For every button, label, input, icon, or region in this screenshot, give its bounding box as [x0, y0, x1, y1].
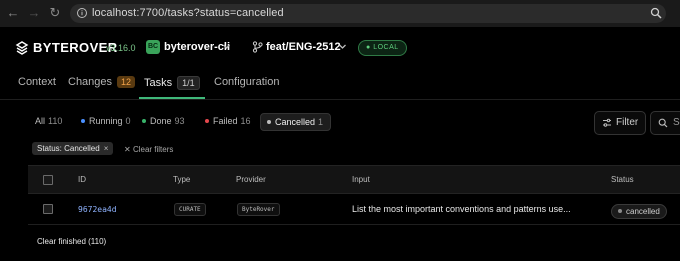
status-badge: cancelled: [611, 204, 667, 219]
filter-running[interactable]: Running 0: [81, 116, 131, 126]
provider-badge: ByteRover: [237, 203, 280, 216]
filter-icon: [603, 118, 611, 127]
url-text[interactable]: localhost:7700/tasks?status=cancelled: [92, 7, 284, 19]
status-dot-icon: [81, 119, 85, 123]
remove-chip-icon[interactable]: ×: [104, 144, 109, 153]
column-header-type[interactable]: Type: [173, 175, 190, 184]
filter-all[interactable]: All 110: [35, 116, 62, 126]
brand-name: BYTEROVER: [33, 40, 118, 55]
task-input-text: List the most important conventions and …: [352, 204, 571, 214]
table-row[interactable]: 9672ea4d CURATE ByteRover List the most …: [28, 194, 680, 225]
app-header: BYTEROVER v3.16.0 BC byterover-cli feat/…: [0, 27, 680, 65]
tasks-count-badge: 1/1: [177, 76, 200, 90]
status-filter-chip[interactable]: Status: Cancelled ×: [32, 142, 114, 155]
status-dot-icon: [142, 119, 146, 123]
column-header-status[interactable]: Status: [611, 175, 634, 184]
byterover-logo-icon: [15, 41, 29, 55]
address-bar[interactable]: localhost:7700/tasks?status=cancelled: [70, 4, 666, 23]
select-all-checkbox[interactable]: [43, 175, 53, 185]
forward-arrow-icon[interactable]: →: [27, 6, 41, 20]
status-filter-bar: All 110 Running 0 Done 93 Failed 16 Cancelle…: [0, 111, 680, 135]
back-arrow-icon[interactable]: ←: [6, 6, 20, 20]
reload-icon[interactable]: ↻: [48, 6, 62, 20]
mode-badge: ● LOCAL: [358, 40, 407, 56]
changes-count-badge: 12: [117, 76, 136, 88]
tasks-table: ID Type Provider Input Status 9672ea4d C…: [28, 165, 680, 225]
filter-done[interactable]: Done 93: [142, 116, 185, 126]
column-header-id[interactable]: ID: [78, 175, 86, 184]
git-branch-icon: [252, 41, 263, 53]
task-id-link[interactable]: 9672ea4d: [78, 205, 117, 214]
tab-context[interactable]: Context: [18, 76, 56, 88]
filter-failed[interactable]: Failed 16: [205, 116, 251, 126]
column-header-provider[interactable]: Provider: [236, 175, 266, 184]
zoom-icon[interactable]: [650, 7, 662, 19]
filter-cancelled[interactable]: Cancelled 1: [260, 113, 332, 131]
column-header-input[interactable]: Input: [352, 175, 370, 184]
clear-finished-button[interactable]: Clear finished (110): [37, 237, 106, 246]
task-type-badge: CURATE: [174, 203, 206, 216]
clear-filters-button[interactable]: ✕ Clear filters: [124, 145, 173, 154]
tab-configuration[interactable]: Configuration: [214, 76, 279, 88]
status-dot-icon: [267, 120, 271, 124]
branch-selector[interactable]: feat/ENG-2512: [266, 41, 341, 53]
site-info-icon[interactable]: [76, 7, 88, 19]
status-dot-icon: [205, 119, 209, 123]
search-icon: [658, 118, 668, 128]
close-icon: ✕: [124, 145, 131, 154]
tab-changes[interactable]: Changes 12: [68, 76, 136, 88]
status-dot-icon: [618, 209, 622, 213]
search-input[interactable]: Se: [650, 111, 680, 135]
active-tab-indicator: [139, 97, 205, 99]
filter-button[interactable]: Filter: [594, 111, 646, 135]
version-label: v3.16.0: [106, 43, 136, 53]
chevron-down-icon[interactable]: [222, 42, 231, 51]
browser-toolbar: ← → ↻ localhost:7700/tasks?status=cancel…: [0, 0, 680, 28]
main-tabs: Context Changes 12 Tasks 1/1 Configuration: [0, 65, 680, 100]
tab-tasks[interactable]: Tasks 1/1: [144, 76, 200, 90]
table-header: ID Type Provider Input Status: [28, 166, 680, 194]
project-avatar[interactable]: BC: [146, 40, 160, 54]
project-selector[interactable]: byterover-cli: [164, 41, 230, 53]
chevron-down-icon[interactable]: [338, 42, 347, 51]
row-checkbox[interactable]: [43, 204, 53, 214]
active-filters: Status: Cancelled × ✕ Clear filters: [0, 141, 680, 159]
